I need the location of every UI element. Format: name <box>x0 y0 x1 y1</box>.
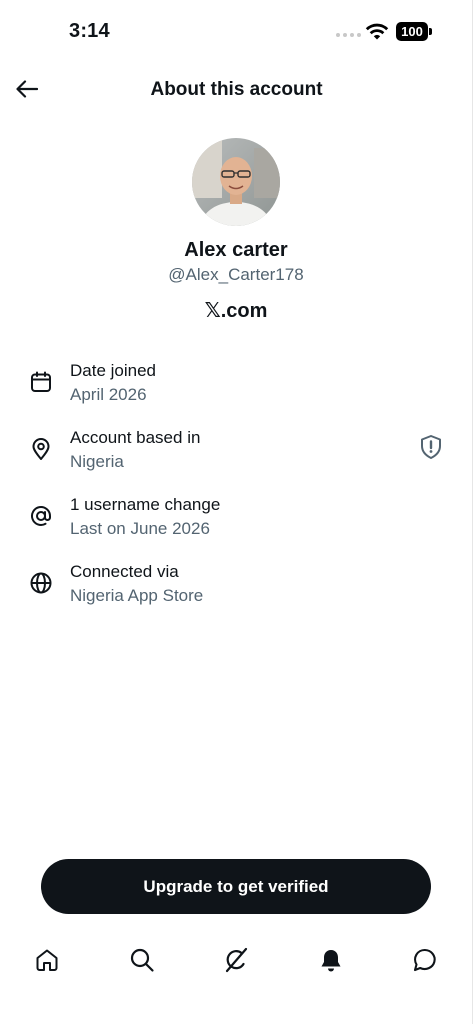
info-title: Account based in <box>70 428 201 447</box>
bottom-tab-bar <box>0 936 473 984</box>
info-value: Last on June 2026 <box>70 519 210 538</box>
globe-icon <box>30 572 52 594</box>
status-time: 3:14 <box>69 20 110 42</box>
about-account-screen: 3:14 100 About this account Alex carter … <box>0 0 473 1024</box>
calendar-icon <box>31 371 51 392</box>
upgrade-button[interactable]: Upgrade to get verified <box>41 859 431 914</box>
tab-grok[interactable] <box>222 946 250 974</box>
site-label: 𝕏.com <box>204 300 268 322</box>
at-sign-icon <box>31 506 51 526</box>
battery-icon: 100 <box>396 22 432 41</box>
search-icon <box>130 948 154 972</box>
page-title: About this account <box>150 79 323 100</box>
tab-search[interactable] <box>128 946 156 974</box>
status-bar: 3:14 100 <box>0 0 473 64</box>
info-row-username-change: 1 username change Last on June 2026 <box>0 489 473 556</box>
info-row-connected-via: Connected via Nigeria App Store <box>0 556 473 623</box>
account-info-list: Date joined April 2026 Account based in … <box>0 355 473 623</box>
info-title: 1 username change <box>70 495 221 514</box>
info-value: Nigeria App Store <box>70 586 204 605</box>
avatar <box>192 138 280 226</box>
bell-icon <box>321 950 341 972</box>
grok-icon <box>225 947 248 973</box>
tab-home[interactable] <box>33 946 61 974</box>
info-row-account-based-in: Account based in Nigeria <box>0 422 473 489</box>
cellular-signal-icon <box>336 33 361 37</box>
info-value: April 2026 <box>70 385 147 404</box>
wifi-icon <box>365 23 389 40</box>
info-title: Connected via <box>70 562 179 581</box>
info-value: Nigeria <box>70 452 124 471</box>
home-icon <box>36 949 58 971</box>
location-pin-icon <box>32 438 50 460</box>
profile-name: Alex carter <box>184 239 288 261</box>
profile-handle: @Alex_Carter178 <box>168 265 304 284</box>
header: About this account <box>0 64 473 116</box>
tab-notifications[interactable] <box>317 946 345 974</box>
info-row-date-joined: Date joined April 2026 <box>0 355 473 422</box>
tab-messages[interactable] <box>411 946 439 974</box>
battery-level: 100 <box>396 22 428 41</box>
info-title: Date joined <box>70 361 157 380</box>
shield-alert-icon[interactable] <box>419 434 443 460</box>
messages-icon <box>413 948 436 972</box>
